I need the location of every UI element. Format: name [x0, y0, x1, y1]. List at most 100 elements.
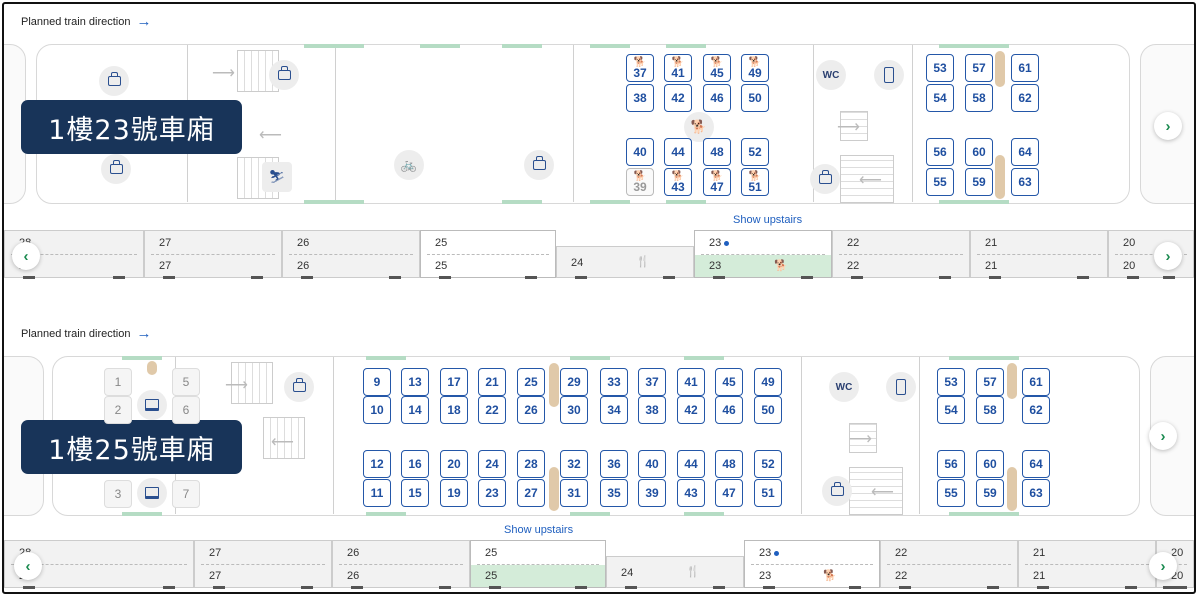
seat-23[interactable]: 23	[478, 479, 506, 507]
seat-46[interactable]: 46	[715, 396, 743, 424]
seat-45[interactable]: 🐕 45	[703, 54, 731, 82]
next-car-button[interactable]: ›	[1154, 112, 1182, 140]
seat-28[interactable]: 28	[517, 450, 545, 478]
car-21[interactable]: 21 21	[1018, 540, 1156, 589]
seat-10[interactable]: 10	[363, 396, 391, 424]
seat-52[interactable]: 52	[754, 450, 782, 478]
seat-55[interactable]: 55	[926, 168, 954, 196]
strip-next-button[interactable]: ›	[1154, 242, 1182, 270]
seat-42[interactable]: 42	[664, 84, 692, 112]
seat-26[interactable]: 26	[517, 396, 545, 424]
seat-16[interactable]: 16	[401, 450, 429, 478]
seat-32[interactable]: 32	[560, 450, 588, 478]
car-21[interactable]: 21 21	[970, 230, 1108, 279]
seat-43[interactable]: 🐕 43	[664, 168, 692, 196]
seat-62[interactable]: 62	[1011, 84, 1039, 112]
strip-prev-button[interactable]: ‹	[12, 242, 40, 270]
seat-59[interactable]: 59	[976, 479, 1004, 507]
seat-11[interactable]: 11	[363, 479, 391, 507]
car-25[interactable]: 25 25	[420, 230, 556, 279]
seat-58[interactable]: 58	[976, 396, 1004, 424]
car-27[interactable]: 27 27	[144, 230, 282, 279]
seat-53[interactable]: 53	[937, 368, 965, 396]
seat-41[interactable]: 41	[677, 368, 705, 396]
next-car-button[interactable]: ›	[1149, 422, 1177, 450]
seat-50[interactable]: 50	[754, 396, 782, 424]
seat-40[interactable]: 40	[626, 138, 654, 166]
seat-57[interactable]: 57	[965, 54, 993, 82]
seat-43[interactable]: 43	[677, 479, 705, 507]
seat-45[interactable]: 45	[715, 368, 743, 396]
seat-54[interactable]: 54	[937, 396, 965, 424]
seat-12[interactable]: 12	[363, 450, 391, 478]
seat-60[interactable]: 60	[976, 450, 1004, 478]
car-27[interactable]: 27 27	[194, 540, 332, 589]
seat-44[interactable]: 44	[664, 138, 692, 166]
seat-49[interactable]: 🐕 49	[741, 54, 769, 82]
car-22[interactable]: 22 22	[832, 230, 970, 279]
strip-next-button[interactable]: ›	[1149, 552, 1177, 580]
seat-37[interactable]: 🐕 37	[626, 54, 654, 82]
seat-51[interactable]: 🐕 51	[741, 168, 769, 196]
seat-60[interactable]: 60	[965, 138, 993, 166]
seat-63[interactable]: 63	[1022, 479, 1050, 507]
seat-42[interactable]: 42	[677, 396, 705, 424]
seat-62[interactable]: 62	[1022, 396, 1050, 424]
seat-36[interactable]: 36	[600, 450, 628, 478]
seat-64[interactable]: 64	[1011, 138, 1039, 166]
seat-56[interactable]: 56	[926, 138, 954, 166]
seat-25[interactable]: 25	[517, 368, 545, 396]
seat-18[interactable]: 18	[440, 396, 468, 424]
seat-30[interactable]: 30	[560, 396, 588, 424]
car-24[interactable]: 24 🍴	[606, 556, 744, 589]
seat-39[interactable]: 🐕 39	[626, 168, 654, 196]
seat-20[interactable]: 20	[440, 450, 468, 478]
seat-55[interactable]: 55	[937, 479, 965, 507]
seat-35[interactable]: 35	[600, 479, 628, 507]
car-23[interactable]: 23 23 🐕	[744, 540, 880, 589]
car-23[interactable]: 23 23 🐕	[694, 230, 832, 279]
car-25[interactable]: 25 25	[470, 540, 606, 589]
seat-14[interactable]: 14	[401, 396, 429, 424]
seat-61[interactable]: 61	[1011, 54, 1039, 82]
seat-48[interactable]: 48	[715, 450, 743, 478]
seat-13[interactable]: 13	[401, 368, 429, 396]
strip-prev-button[interactable]: ‹	[14, 552, 42, 580]
car-24[interactable]: 24 🍴	[556, 246, 694, 279]
seat-39[interactable]: 39	[638, 479, 666, 507]
seat-49[interactable]: 49	[754, 368, 782, 396]
seat-59[interactable]: 59	[965, 168, 993, 196]
seat-9[interactable]: 9	[363, 368, 391, 396]
car-22[interactable]: 22 22	[880, 540, 1018, 589]
seat-48[interactable]: 48	[703, 138, 731, 166]
car-26[interactable]: 26 26	[282, 230, 420, 279]
seat-50[interactable]: 50	[741, 84, 769, 112]
seat-53[interactable]: 53	[926, 54, 954, 82]
show-upstairs-link[interactable]: Show upstairs	[504, 524, 573, 536]
seat-31[interactable]: 31	[560, 479, 588, 507]
car-26[interactable]: 26 26	[332, 540, 470, 589]
seat-38[interactable]: 38	[626, 84, 654, 112]
seat-64[interactable]: 64	[1022, 450, 1050, 478]
show-upstairs-link[interactable]: Show upstairs	[733, 214, 802, 226]
seat-24[interactable]: 24	[478, 450, 506, 478]
seat-52[interactable]: 52	[741, 138, 769, 166]
seat-61[interactable]: 61	[1022, 368, 1050, 396]
seat-47[interactable]: 🐕 47	[703, 168, 731, 196]
seat-38[interactable]: 38	[638, 396, 666, 424]
seat-58[interactable]: 58	[965, 84, 993, 112]
seat-56[interactable]: 56	[937, 450, 965, 478]
seat-40[interactable]: 40	[638, 450, 666, 478]
seat-29[interactable]: 29	[560, 368, 588, 396]
seat-44[interactable]: 44	[677, 450, 705, 478]
seat-37[interactable]: 37	[638, 368, 666, 396]
seat-22[interactable]: 22	[478, 396, 506, 424]
seat-57[interactable]: 57	[976, 368, 1004, 396]
seat-33[interactable]: 33	[600, 368, 628, 396]
seat-41[interactable]: 🐕 41	[664, 54, 692, 82]
seat-46[interactable]: 46	[703, 84, 731, 112]
seat-63[interactable]: 63	[1011, 168, 1039, 196]
seat-19[interactable]: 19	[440, 479, 468, 507]
seat-21[interactable]: 21	[478, 368, 506, 396]
seat-54[interactable]: 54	[926, 84, 954, 112]
